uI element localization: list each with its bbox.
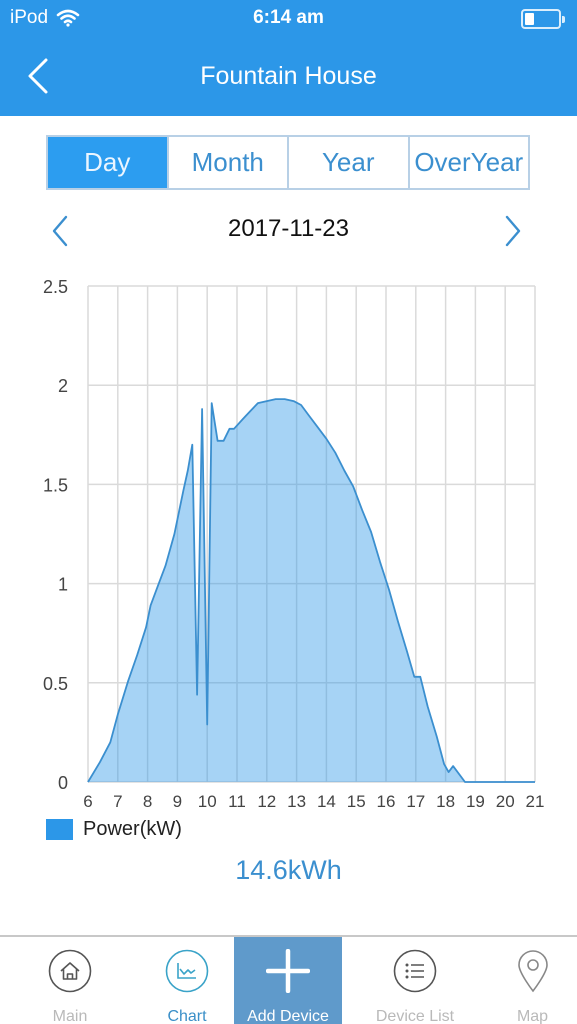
- x-tick-label: 12: [257, 792, 276, 811]
- next-date-button[interactable]: [497, 213, 527, 249]
- tab-year[interactable]: Year: [287, 137, 408, 188]
- y-tick-label: 1.5: [43, 475, 68, 495]
- tab-main[interactable]: Main: [0, 937, 140, 1024]
- tab-main-label: Main: [52, 1008, 88, 1024]
- chart-legend: Power(kW): [46, 818, 182, 841]
- bottom-tab-bar: Main Chart Add Device Device List Map: [0, 935, 577, 1024]
- current-date: 2017-11-23: [228, 215, 349, 242]
- x-tick-label: 17: [406, 792, 425, 811]
- x-tick-label: 8: [143, 792, 152, 811]
- series-area: [88, 399, 535, 782]
- x-tick-label: 16: [377, 792, 396, 811]
- y-tick-label: 2: [58, 376, 68, 396]
- period-tabs: Day Month Year OverYear: [46, 135, 530, 190]
- tab-overyear[interactable]: OverYear: [407, 137, 528, 188]
- tab-chart-label: Chart: [167, 1008, 207, 1024]
- legend-swatch: [46, 819, 73, 840]
- x-tick-label: 20: [496, 792, 515, 811]
- top-bar: iPod 6:14 am Fountain House: [0, 0, 577, 116]
- tab-add-device[interactable]: Add Device: [234, 937, 342, 1024]
- tab-map[interactable]: Map: [488, 937, 577, 1024]
- x-tick-label: 21: [526, 792, 545, 811]
- x-tick-label: 15: [347, 792, 366, 811]
- x-tick-label: 13: [287, 792, 306, 811]
- list-icon: [393, 949, 437, 993]
- x-tick-label: 9: [173, 792, 182, 811]
- plus-icon: [266, 949, 310, 993]
- daily-total-energy: 14.6kWh: [235, 855, 342, 885]
- x-tick-label: 11: [228, 792, 246, 811]
- legend-label: Power(kW): [83, 818, 182, 840]
- tab-add-device-label: Add Device: [247, 1008, 329, 1024]
- x-tick-label: 19: [466, 792, 485, 811]
- home-icon: [48, 949, 92, 993]
- map-pin-icon: [517, 950, 548, 993]
- y-tick-label: 0.5: [43, 674, 68, 694]
- y-tick-label: 2.5: [43, 277, 68, 297]
- date-navigator: 2017-11-23: [0, 205, 577, 255]
- chart-icon: [165, 949, 209, 993]
- tab-chart[interactable]: Chart: [140, 937, 234, 1024]
- tab-device-list[interactable]: Device List: [342, 937, 488, 1024]
- y-tick-label: 1: [58, 575, 68, 595]
- x-tick-label: 7: [113, 792, 122, 811]
- tab-map-label: Map: [516, 1008, 549, 1024]
- x-tick-label: 10: [198, 792, 217, 811]
- x-tick-label: 18: [436, 792, 455, 811]
- page-title: Fountain House: [200, 62, 377, 90]
- tab-day[interactable]: Day: [48, 137, 167, 188]
- x-tick-label: 14: [317, 792, 336, 811]
- power-chart: 0 0.5 1 1.5 2 2.5 6 7 8 9 10 11 12 13 14 15 16 17 18 19 20 21: [43, 277, 545, 811]
- battery-icon: [521, 9, 565, 29]
- clock: 6:14 am: [253, 7, 324, 28]
- x-tick-label: 6: [83, 792, 92, 811]
- tab-device-list-label: Device List: [375, 1008, 455, 1024]
- nav-bar: Fountain House: [0, 44, 577, 110]
- status-bar: iPod 6:14 am: [0, 0, 577, 38]
- tab-month[interactable]: Month: [166, 137, 287, 188]
- y-tick-label: 0: [58, 773, 68, 793]
